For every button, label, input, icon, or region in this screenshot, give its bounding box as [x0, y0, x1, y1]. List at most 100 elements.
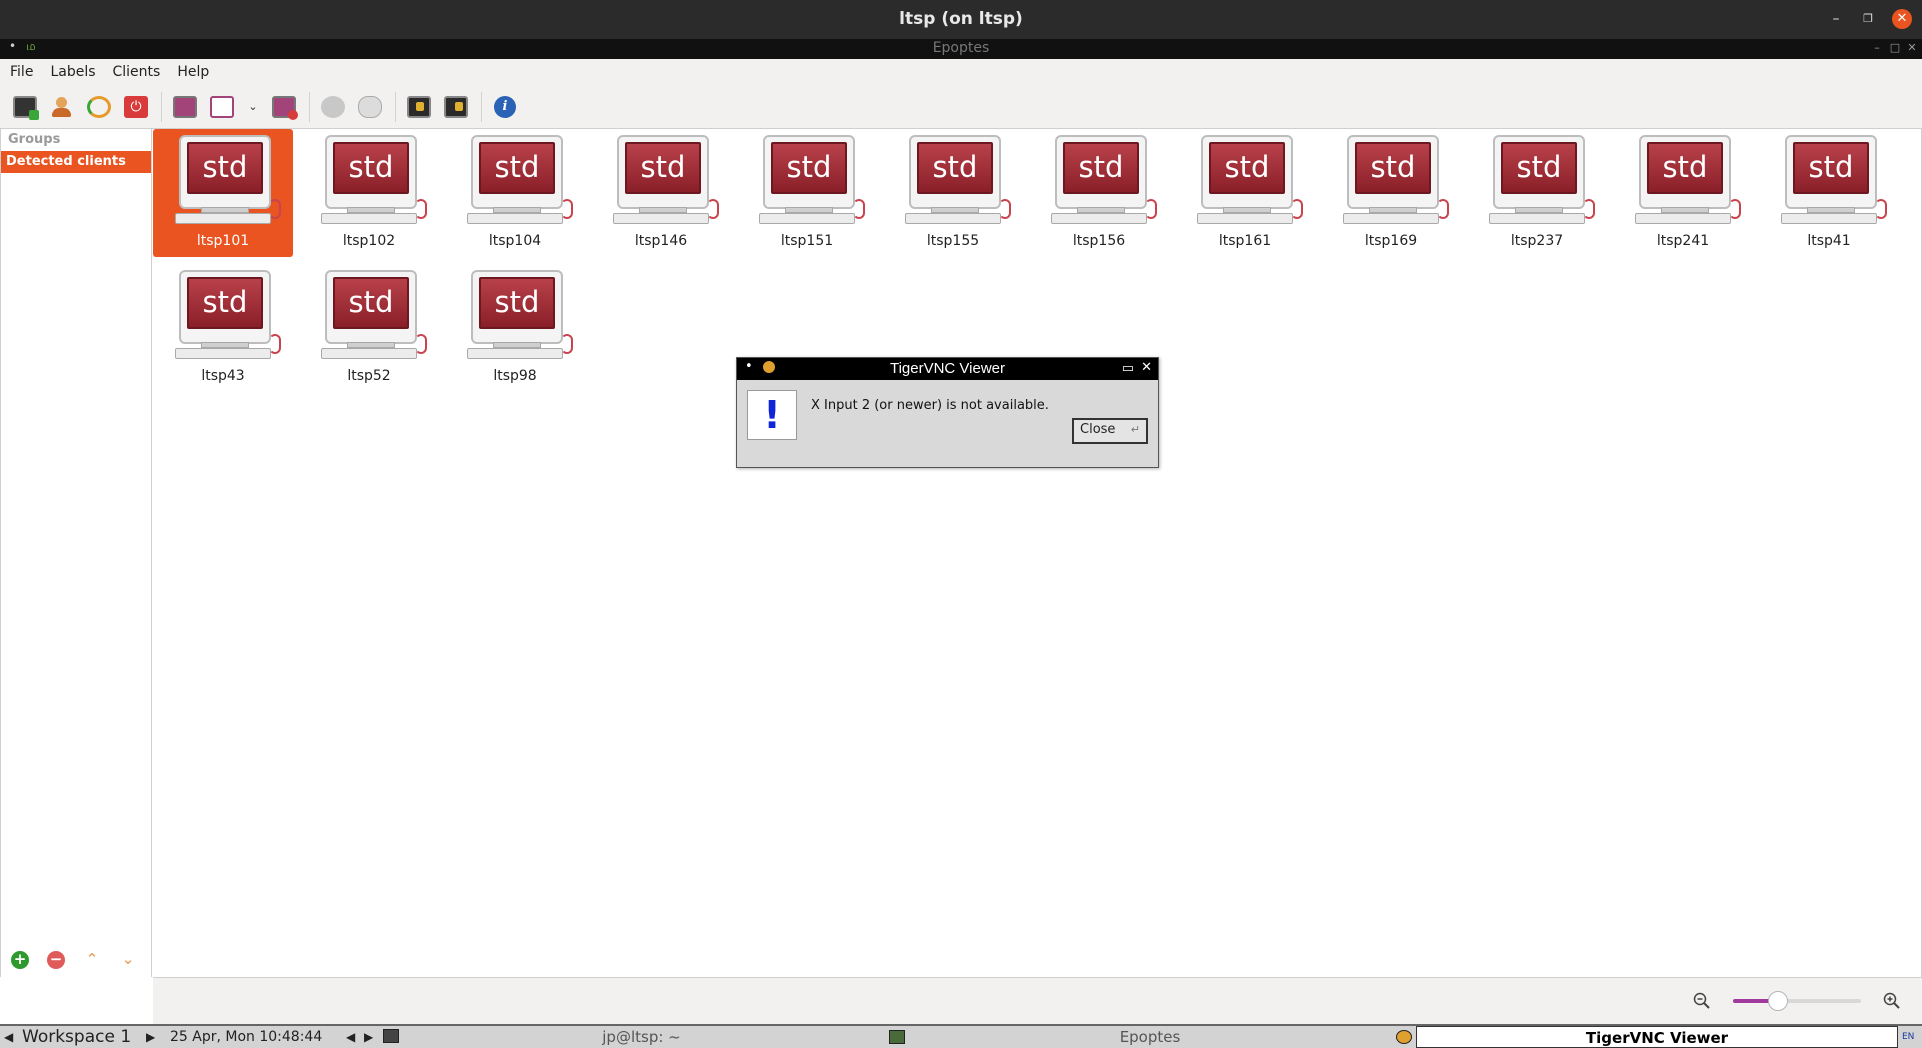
menu-bar: File Labels Clients Help: [0, 59, 1922, 85]
client-name: ltsp41: [1807, 233, 1851, 249]
broadcast-dropdown[interactable]: ⌄: [244, 92, 262, 122]
client-screen: std: [1501, 142, 1577, 194]
client-ltsp101[interactable]: std ltsp101: [153, 129, 293, 257]
client-screen: std: [187, 142, 263, 194]
close-icon[interactable]: ✕: [1892, 9, 1912, 29]
groups-header: Groups: [8, 132, 61, 147]
keyboard-icon: [1051, 213, 1147, 224]
client-ltsp237[interactable]: std ltsp237: [1467, 129, 1607, 257]
taskbar: ◀ Workspace 1 ▶ 25 Apr, Mon 10:48:44 ◀ ▶…: [0, 1024, 1922, 1048]
user-button[interactable]: [47, 92, 77, 122]
minimize-icon[interactable]: –: [1826, 9, 1846, 29]
execute-button[interactable]: [318, 92, 348, 122]
prev-workspace-icon[interactable]: ◀: [4, 1026, 13, 1048]
keyboard-icon: [321, 213, 417, 224]
client-ltsp155[interactable]: std ltsp155: [883, 129, 1023, 257]
menu-clients[interactable]: Clients: [113, 64, 161, 80]
client-screen: std: [479, 142, 555, 194]
unlock-screen-button[interactable]: [441, 92, 471, 122]
zoom-slider-knob[interactable]: [1767, 991, 1788, 1011]
client-name: ltsp161: [1218, 233, 1272, 249]
group-detected-clients[interactable]: Detected clients: [1, 151, 151, 173]
window-titlebar[interactable]: ltsp (on ltsp) – ❐ ✕: [0, 0, 1922, 39]
toolbar-separator: [395, 91, 396, 122]
stop-broadcast-icon: [272, 95, 298, 120]
lock-screen-button[interactable]: [404, 92, 434, 122]
client-name: ltsp104: [488, 233, 542, 249]
client-name: ltsp156: [1072, 233, 1126, 249]
move-up-icon[interactable]: ⌃: [83, 951, 101, 969]
keyboard-icon: [1781, 213, 1877, 224]
menu-file[interactable]: File: [10, 64, 33, 80]
add-group-icon[interactable]: +: [11, 951, 29, 969]
epoptes-task-icon: [889, 1030, 905, 1044]
client-ltsp98[interactable]: std ltsp98: [445, 264, 585, 392]
task-epoptes[interactable]: Epoptes: [910, 1026, 1390, 1048]
client-ltsp102[interactable]: std ltsp102: [299, 129, 439, 257]
close-button[interactable]: Close ↵: [1072, 418, 1148, 444]
client-ltsp161[interactable]: std ltsp161: [1175, 129, 1315, 257]
zoom-slider[interactable]: [1733, 991, 1861, 1011]
client-ltsp169[interactable]: std ltsp169: [1321, 129, 1461, 257]
client-monitor-icon: std: [325, 270, 417, 344]
client-ltsp156[interactable]: std ltsp156: [1029, 129, 1169, 257]
dialog-minimize-icon[interactable]: ▭: [1122, 361, 1134, 376]
mouse-cable-icon: [561, 199, 573, 219]
lock-screen-icon: [407, 95, 431, 118]
client-ltsp146[interactable]: std ltsp146: [591, 129, 731, 257]
move-down-icon[interactable]: ⌄: [119, 951, 137, 969]
broadcast-windowed-button[interactable]: [207, 92, 237, 122]
client-ltsp151[interactable]: std ltsp151: [737, 129, 877, 257]
menu-labels[interactable]: Labels: [50, 64, 95, 80]
connect-button[interactable]: [10, 92, 40, 122]
prev-window-icon[interactable]: ◀: [346, 1026, 355, 1048]
inner-maximize-icon[interactable]: □: [1888, 41, 1902, 55]
zoom-in-icon[interactable]: [1883, 992, 1901, 1010]
client-ltsp241[interactable]: std ltsp241: [1613, 129, 1753, 257]
unlock-screen-icon: [444, 95, 468, 118]
client-monitor-icon: std: [179, 135, 271, 209]
client-screen: std: [479, 277, 555, 329]
next-workspace-icon[interactable]: ▶: [146, 1026, 155, 1048]
client-ltsp41[interactable]: std ltsp41: [1759, 129, 1899, 257]
restore-icon[interactable]: ❐: [1858, 9, 1878, 29]
workspace-label[interactable]: Workspace 1: [22, 1026, 131, 1048]
client-ltsp52[interactable]: std ltsp52: [299, 264, 439, 392]
keyboard-layout[interactable]: EN: [1902, 1026, 1914, 1048]
client-name: ltsp146: [634, 233, 688, 249]
inner-titlebar[interactable]: • ம Epoptes – □ ✕: [0, 39, 1922, 59]
task-tigervnc[interactable]: TigerVNC Viewer: [1416, 1026, 1898, 1048]
next-window-icon[interactable]: ▶: [364, 1026, 373, 1048]
client-ltsp104[interactable]: std ltsp104: [445, 129, 585, 257]
client-screen: std: [1209, 142, 1285, 194]
broadcast-button[interactable]: [170, 92, 200, 122]
shutdown-button[interactable]: ⏻: [121, 92, 151, 122]
task-terminal[interactable]: jp@ltsp: ~: [404, 1026, 879, 1048]
client-ltsp43[interactable]: std ltsp43: [153, 264, 293, 392]
client-name: ltsp98: [493, 368, 537, 384]
client-screen: std: [1793, 142, 1869, 194]
send-message-button[interactable]: [355, 92, 385, 122]
info-icon: i: [494, 95, 516, 118]
keyboard-icon: [175, 213, 271, 224]
execute-icon: [321, 95, 345, 118]
mouse-cable-icon: [1583, 199, 1595, 219]
menu-help[interactable]: Help: [177, 64, 209, 80]
mouse-cable-icon: [1291, 199, 1303, 219]
client-monitor-icon: std: [1639, 135, 1731, 209]
about-button[interactable]: i: [490, 92, 520, 122]
keyboard-icon: [905, 213, 1001, 224]
remove-group-icon[interactable]: −: [47, 951, 65, 969]
dialog-close-icon[interactable]: ✕: [1141, 360, 1152, 375]
zoom-out-icon[interactable]: [1693, 992, 1711, 1010]
keyboard-icon: [1635, 213, 1731, 224]
stop-broadcast-button[interactable]: [269, 92, 299, 122]
inner-close-icon[interactable]: ✕: [1905, 41, 1919, 55]
reboot-button[interactable]: [84, 92, 114, 122]
client-monitor-icon: std: [909, 135, 1001, 209]
inner-minimize-icon[interactable]: –: [1870, 41, 1884, 55]
groups-pane: Groups Detected clients + − ⌃ ⌄: [0, 129, 152, 977]
client-name: ltsp101: [196, 233, 250, 249]
toolbar-separator: [309, 91, 310, 122]
dialog-titlebar[interactable]: • TigerVNC Viewer ▭ ✕: [737, 358, 1158, 380]
